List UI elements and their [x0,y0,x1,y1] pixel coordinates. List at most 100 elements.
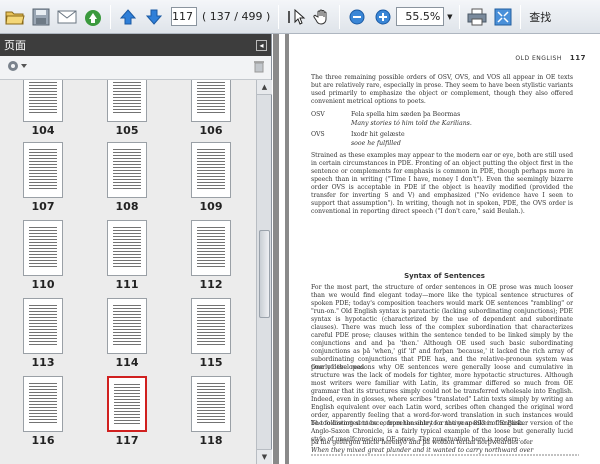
page-number-input[interactable]: 117 [171,7,197,26]
page-thumbnail[interactable]: 106 [176,80,246,137]
previous-page-icon[interactable] [115,4,141,30]
thumbnail-image[interactable] [107,376,147,432]
thumbnail-image[interactable] [23,220,63,276]
thumbnail-image[interactable] [23,142,63,198]
thumbnail-text-lines [113,305,141,347]
thumbnail-page-label: 114 [115,356,139,369]
page-thumbnail[interactable]: 105 [92,80,162,137]
print-icon[interactable] [464,4,490,30]
thumbnail-image[interactable] [107,80,147,122]
example-row: OVS Ixodr hit gelæste [311,130,405,139]
intro-paragraph: The three remaining possible orders of O… [311,74,573,105]
save-icon[interactable] [28,4,54,30]
thumbnail-image[interactable] [191,376,231,432]
zoom-in-icon[interactable] [370,4,396,30]
page-thumbnail[interactable]: 109 [176,142,246,213]
example-text: Fela spella him sæden þa Beormas [351,111,461,118]
page-thumbnail[interactable]: 104 [8,80,78,137]
page-footer [311,454,579,456]
example-text: sooe he fulfilled [351,140,401,147]
email-icon[interactable] [54,4,80,30]
panel-toolbar [0,56,271,80]
section-heading: Syntax of Sentences [404,272,485,280]
page-thumbnail[interactable]: 115 [176,298,246,369]
thumbnail-page-label: 117 [115,434,139,447]
thumbnail-text-lines [29,149,57,191]
thumbnail-page-label: 105 [115,124,139,137]
body-paragraph: One of the reasons why OE sentences were… [311,364,573,427]
page-thumbnail[interactable]: 111 [92,220,162,291]
thumbnail-text-lines [29,305,57,347]
thumbnail-text-lines [197,383,225,425]
body-paragraph: Strained as these examples may appear to… [311,152,573,215]
thumbnail-image[interactable] [23,80,63,122]
panel-title: 页面 [4,39,26,52]
thumbnail-scrollbar[interactable]: ▲ ▼ [256,80,272,464]
thumbnail-image[interactable] [23,376,63,432]
page-thumbnail[interactable]: 113 [8,298,78,369]
options-gear-icon[interactable] [6,59,28,76]
page-number: 117 [569,54,586,62]
thumbnail-page-label: 107 [31,200,55,213]
thumbnail-grid: 104 105 106 107 108 109 110 111 112 113 114 115 116 1… [0,80,256,464]
zoom-out-icon[interactable] [344,4,370,30]
search-label[interactable]: 查找 [529,9,551,25]
toolbar-separator [278,4,280,29]
scroll-down-icon[interactable]: ▼ [257,449,272,464]
thumbnail-text-lines [114,384,140,424]
thumbnail-image[interactable] [23,298,63,354]
thumbnail-page-label: 118 [199,434,223,447]
thumbnail-text-lines [29,227,57,269]
hand-tool-icon[interactable] [309,4,335,30]
document-page: OLD ENGLISH 117 The three remaining possi… [289,34,600,464]
share-icon[interactable] [80,4,106,30]
thumbnail-image[interactable] [191,80,231,122]
open-icon[interactable] [2,4,28,30]
example-row: Many stories tó him told the Karilians. [311,119,472,128]
page-thumbnail[interactable]: 112 [176,220,246,291]
page-thumbnail[interactable]: 118 [176,376,246,447]
page-thumbnail[interactable]: 116 [8,376,78,447]
thumbnail-page-label: 112 [199,278,223,291]
thumbnail-text-lines [197,305,225,347]
thumbnail-page-label: 115 [199,356,223,369]
page-thumbnail[interactable]: 108 [92,142,162,213]
toolbar-separator [459,4,461,29]
page-count-label: ( 137 / 499 ) [202,10,271,23]
trash-icon[interactable] [253,59,265,76]
page-thumbnail[interactable]: 110 [8,220,78,291]
next-page-icon[interactable] [141,4,167,30]
select-tool-icon[interactable] [283,4,309,30]
thumbnail-text-lines [197,80,225,115]
page-thumbnail[interactable]: 117 [92,376,162,447]
page-thumbnail[interactable]: 114 [92,298,162,369]
thumbnail-image[interactable] [191,298,231,354]
scrollbar-thumb[interactable] [259,230,270,318]
thumbnail-page-label: 111 [115,278,139,291]
thumbnail-text-lines [113,80,141,115]
thumbnail-text-lines [113,149,141,191]
thumbnail-image[interactable] [191,142,231,198]
thumbnail-image[interactable] [107,142,147,198]
panel-header: 页面 ◂ [0,34,271,56]
thumbnail-image[interactable] [191,220,231,276]
document-viewport[interactable]: OLD ENGLISH 117 The three remaining possi… [273,34,600,464]
example-row: OSV Fela spella him sæden þa Beormas [311,110,460,119]
thumbnail-text-lines [29,80,57,115]
collapse-panel-icon[interactable]: ◂ [256,39,267,51]
thumbnail-page-label: 113 [31,356,55,369]
thumbnail-image[interactable] [107,298,147,354]
thumbnail-image[interactable] [107,220,147,276]
thumbnail-page-label: 108 [115,200,139,213]
zoom-level-input[interactable]: 55.5% [396,7,445,26]
thumbnail-text-lines [197,149,225,191]
toolbar-separator [339,4,341,29]
chevron-down-icon[interactable]: ▼ [444,7,455,26]
scroll-up-icon[interactable]: ▲ [257,80,272,95]
thumbnail-page-label: 116 [31,434,55,447]
toolbar-separator [520,4,522,29]
running-head-title: OLD ENGLISH [515,55,562,62]
page-thumbnail[interactable]: 107 [8,142,78,213]
thumbnail-text-lines [197,227,225,269]
fullscreen-icon[interactable] [490,4,516,30]
